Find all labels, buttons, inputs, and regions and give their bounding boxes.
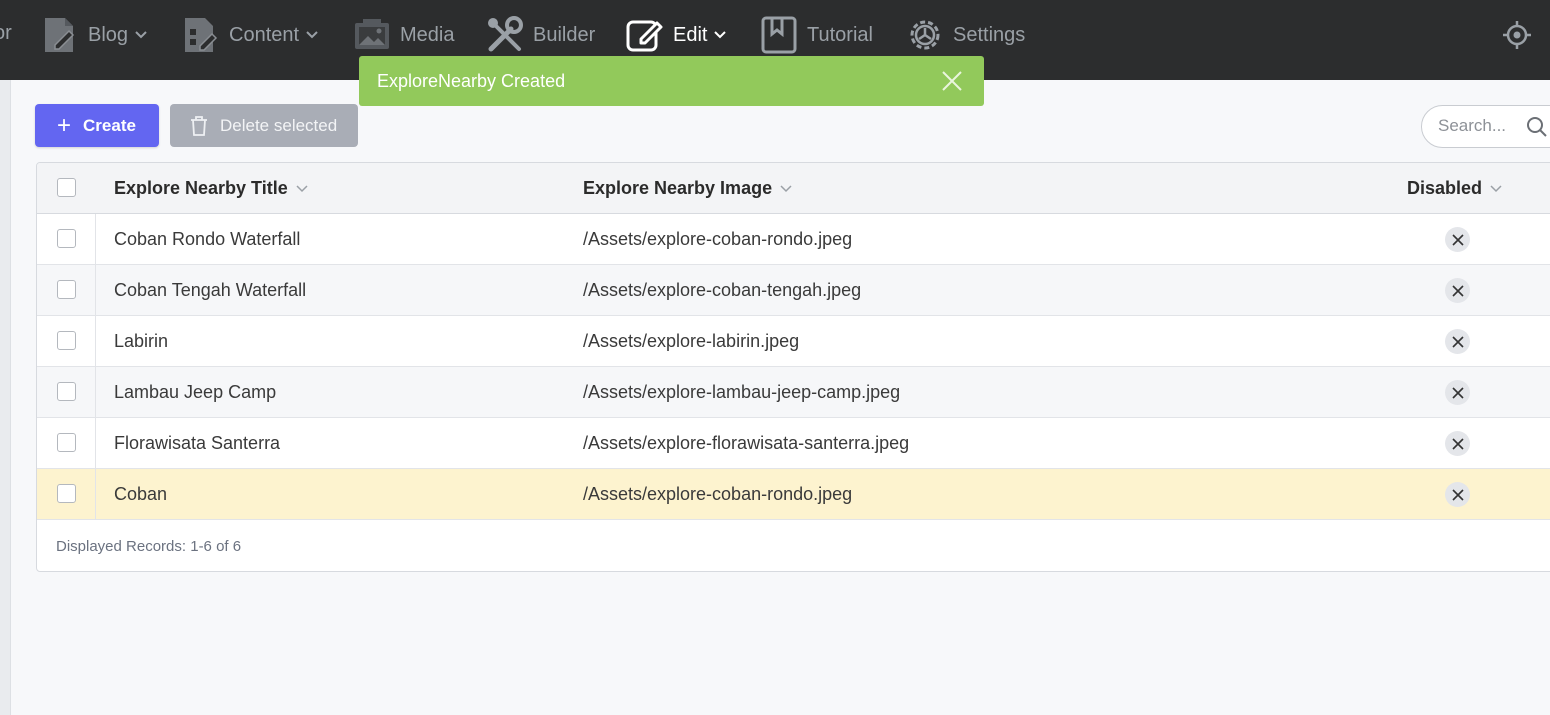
grid-header: Explore Nearby Title Explore Nearby Imag… [37,163,1550,214]
row-checkbox[interactable] [57,280,76,299]
cell-title: Coban Tengah Waterfall [114,280,307,300]
select-all-checkbox[interactable] [57,178,76,197]
content-icon [181,15,221,55]
chevron-down-icon [305,30,319,40]
cell-image: /Assets/explore-lambau-jeep-camp.jpeg [583,382,901,402]
nav-item-label: Content [229,23,300,46]
cell-title: Lambau Jeep Camp [114,382,277,402]
search-input[interactable] [1438,116,1518,136]
row-checkbox[interactable] [57,331,76,350]
disabled-x-icon [1445,329,1470,354]
disabled-x-icon [1445,482,1470,507]
nav-item-label: Blog [88,23,129,46]
media-icon [352,15,392,55]
nav-item-label: Edit [673,23,708,46]
chevron-down-icon [713,30,727,40]
column-header-label: Explore Nearby Image [583,178,773,198]
nav-item-fragment[interactable]: or [0,22,12,45]
nav-item-label: Settings [953,23,1026,46]
cell-image: /Assets/explore-coban-rondo.jpeg [583,484,853,504]
builder-icon [485,15,525,55]
cell-image: /Assets/explore-coban-rondo.jpeg [583,229,853,249]
cell-image: /Assets/explore-florawisata-santerra.jpe… [583,433,910,453]
table-row[interactable]: Coban Tengah Waterfall /Assets/explore-c… [37,265,1550,316]
column-header-label: Explore Nearby Title [114,178,288,198]
disabled-x-icon [1445,278,1470,303]
sort-chevron-icon [1490,184,1502,193]
column-divider [95,469,96,519]
column-header-label: Disabled [1407,178,1483,198]
cell-title: Florawisata Santerra [114,433,281,453]
column-divider [95,265,96,315]
tutorial-icon [759,15,799,55]
cell-image: /Assets/explore-coban-tengah.jpeg [583,280,862,300]
column-divider [95,367,96,417]
row-checkbox[interactable] [57,382,76,401]
search-box [1421,105,1550,148]
records-count: Displayed Records: 1-6 of 6 [56,538,242,555]
plus-icon: + [57,111,72,139]
nav-item-label: Tutorial [807,23,873,46]
delete-selected-button[interactable]: Delete selected [170,104,358,147]
column-divider [95,214,96,264]
table-row[interactable]: Coban Rondo Waterfall /Assets/explore-co… [37,214,1550,265]
edit-icon [625,15,665,55]
create-button[interactable]: + Create [35,104,159,147]
target-icon[interactable] [1502,20,1532,50]
create-button-label: Create [83,115,136,135]
toast-notification: ExploreNearby Created [359,56,984,106]
sort-chevron-icon [780,184,792,193]
nav-item-label: Builder [533,23,596,46]
disabled-x-icon [1445,431,1470,456]
delete-button-label: Delete selected [220,115,338,135]
cell-title: Coban Rondo Waterfall [114,229,301,249]
column-divider [95,418,96,468]
row-checkbox[interactable] [57,229,76,248]
row-checkbox[interactable] [57,433,76,452]
table-row[interactable]: Lambau Jeep Camp /Assets/explore-lambau-… [37,367,1550,418]
chevron-down-icon [134,30,148,40]
settings-icon [905,15,945,55]
data-grid: Explore Nearby Title Explore Nearby Imag… [36,162,1550,572]
disabled-x-icon [1445,380,1470,405]
cell-image: /Assets/explore-labirin.jpeg [583,331,800,351]
trash-icon [190,115,208,136]
sort-chevron-icon [296,184,308,193]
cell-title: Labirin [114,331,169,351]
row-checkbox[interactable] [57,484,76,503]
table-row-selected[interactable]: Coban /Assets/explore-coban-rondo.jpeg [37,469,1550,520]
column-divider [95,316,96,366]
disabled-x-icon [1445,227,1470,252]
left-sidebar-edge [0,80,11,715]
column-header-image[interactable]: Explore Nearby Image [583,178,792,199]
table-row[interactable]: Labirin /Assets/explore-labirin.jpeg [37,316,1550,367]
column-header-disabled[interactable]: Disabled [1407,178,1502,199]
column-header-title[interactable]: Explore Nearby Title [114,178,308,199]
nav-item-content[interactable]: Content [181,0,319,70]
blog-icon [40,15,80,55]
cell-title: Coban [114,484,168,504]
toast-message: ExploreNearby Created [377,70,566,91]
search-icon[interactable] [1526,116,1548,143]
table-row[interactable]: Florawisata Santerra /Assets/explore-flo… [37,418,1550,469]
close-icon[interactable] [940,69,964,93]
nav-item-label: Media [400,23,455,46]
nav-item-blog[interactable]: Blog [40,0,148,70]
